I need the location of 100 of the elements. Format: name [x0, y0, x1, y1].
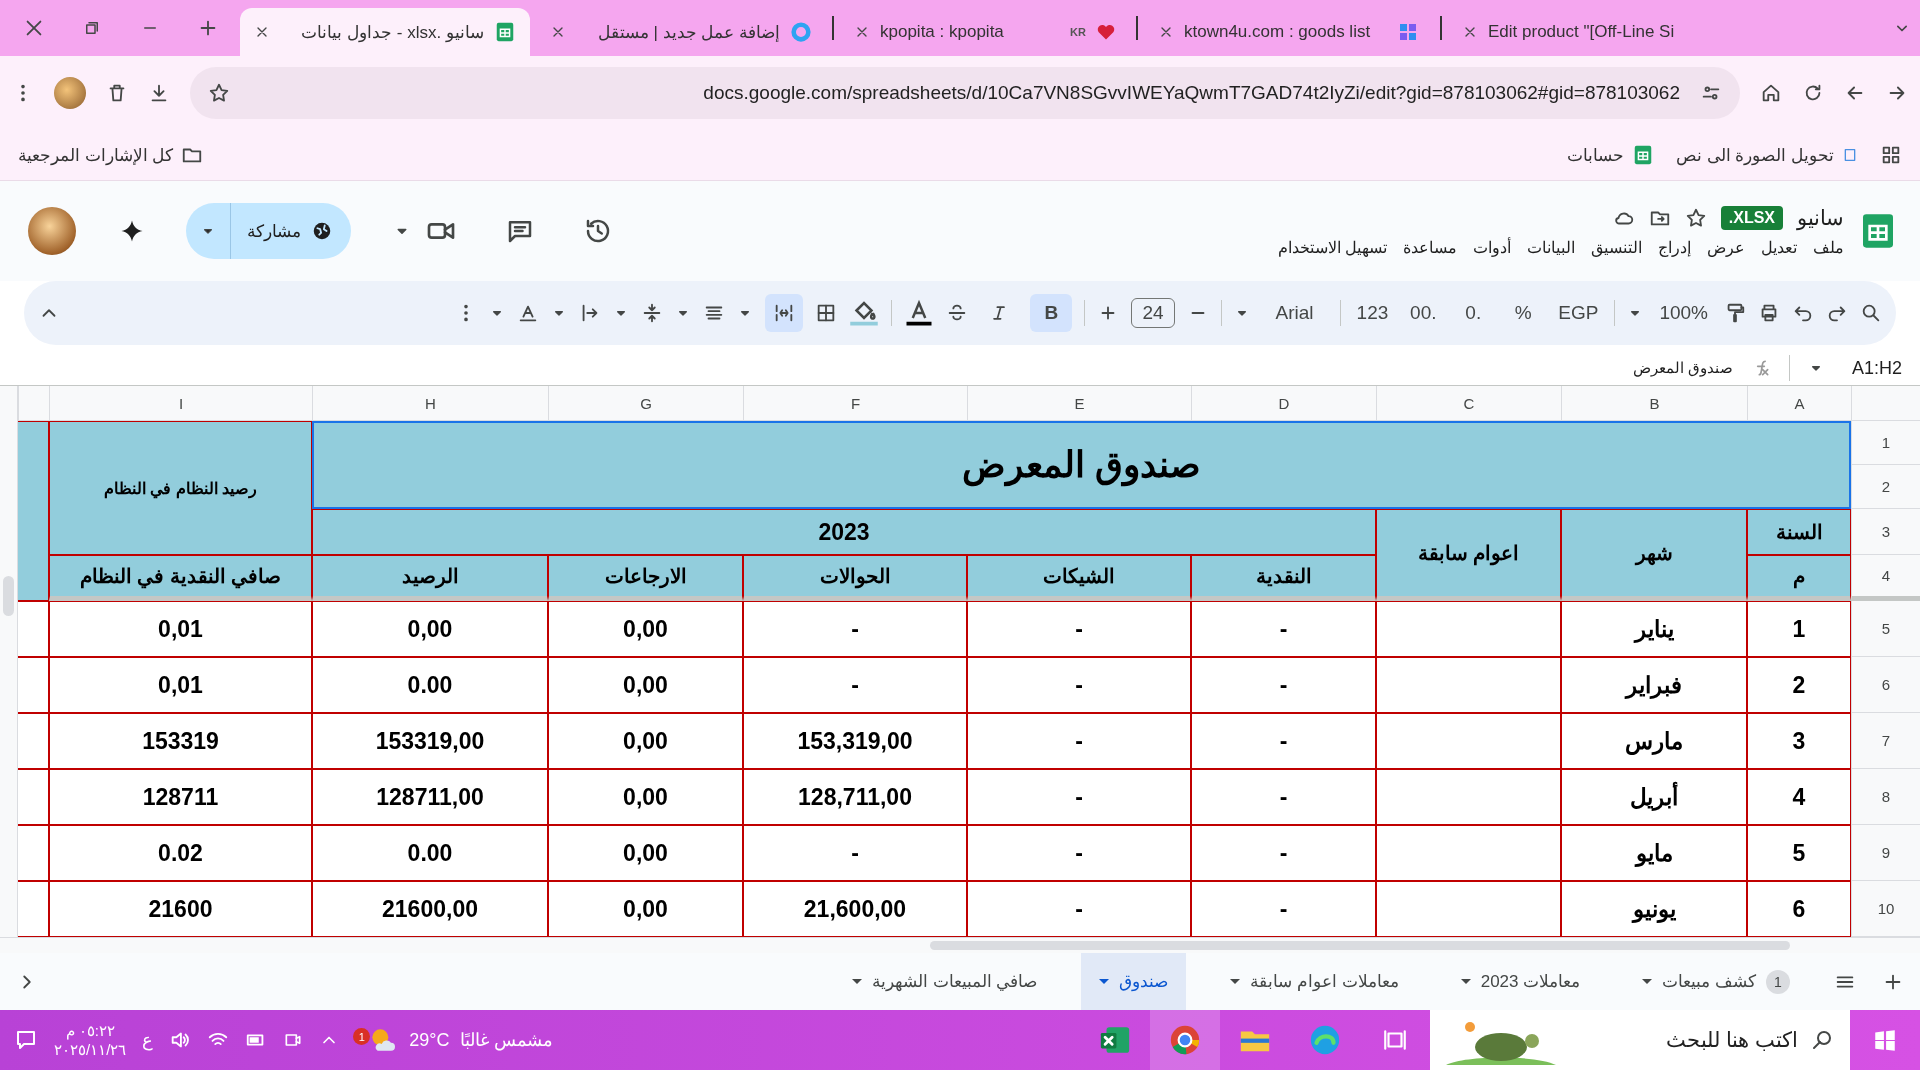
table-cell[interactable]: 0,00	[548, 769, 743, 825]
apps-grid-icon[interactable]	[1880, 144, 1902, 166]
sheet-tab[interactable]: صندوق	[1081, 953, 1187, 1010]
menu-item[interactable]: عرض	[1707, 237, 1745, 257]
account-avatar[interactable]	[28, 207, 76, 255]
table-cell[interactable]: شهر	[1561, 509, 1747, 601]
dropdown-icon[interactable]	[1460, 979, 1471, 984]
table-cell[interactable]: الرصيد	[312, 555, 548, 601]
table-cell[interactable]	[1376, 881, 1561, 937]
row-header[interactable]: 1	[1851, 421, 1920, 465]
table-cell[interactable]: الارجاعات	[548, 555, 743, 601]
column-header[interactable]: I	[49, 386, 312, 421]
column-header[interactable]: G	[548, 386, 743, 421]
name-box[interactable]: A1:H2	[1842, 357, 1902, 379]
table-cell[interactable]: 2023	[312, 509, 1376, 555]
menu-item[interactable]: مساعدة	[1403, 237, 1457, 257]
table-cell[interactable]: اعوام سابقة	[1376, 509, 1561, 601]
bookmark[interactable]: حسابات	[1566, 144, 1654, 166]
clock[interactable]: ٠٥:٢٢ م ٢٠٢٥/١١/٢٦	[54, 1020, 127, 1060]
menu-item[interactable]: تعديل	[1761, 237, 1797, 257]
table-cell[interactable]: 1	[1747, 601, 1851, 657]
browser-tab[interactable]: Edit product "[Off-Line Si	[1448, 8, 1738, 56]
globe-icon[interactable]	[311, 220, 333, 242]
address-bar[interactable]: docs.google.com/spreadsheets/d/10Ca7VN8SGvvIWEYaQwmT7GAD74t2IyZi/edit?gid=878103062#gid=878103062	[190, 67, 1740, 119]
table-cell[interactable]: 0,01	[49, 657, 312, 713]
menu-item[interactable]: أدوات	[1473, 237, 1511, 257]
table-cell[interactable]: 0,00	[548, 825, 743, 881]
dropdown-icon[interactable]	[851, 979, 862, 984]
table-cell[interactable]: مارس	[1561, 713, 1747, 769]
table-cell[interactable]: -	[743, 601, 967, 657]
table-cell[interactable]: 128711,00	[312, 769, 548, 825]
row-header[interactable]: 4	[1851, 555, 1920, 601]
input-language[interactable]: ع	[142, 1029, 154, 1051]
currency-format-button[interactable]: EGP	[1554, 294, 1603, 332]
star-icon[interactable]	[1684, 206, 1707, 229]
table-cell[interactable]: -	[967, 825, 1191, 881]
horizontal-scrollbar[interactable]	[0, 937, 1920, 953]
row-header[interactable]: 10	[1851, 881, 1920, 937]
table-cell[interactable]: 153319,00	[312, 713, 548, 769]
font-size-field[interactable]: 24	[1131, 298, 1175, 328]
table-cell[interactable]: 21,600,00	[743, 881, 967, 937]
search-icon[interactable]	[1860, 302, 1882, 324]
table-cell[interactable]: 5	[1747, 825, 1851, 881]
table-cell[interactable]: -	[743, 825, 967, 881]
increase-decimal-button[interactable]: .00	[1404, 294, 1443, 332]
table-cell[interactable]: -	[967, 713, 1191, 769]
table-cell[interactable]: أبريل	[1561, 769, 1747, 825]
table-cell[interactable]	[1376, 601, 1561, 657]
row-header[interactable]: 2	[1851, 465, 1920, 509]
table-cell[interactable]: 0.02	[49, 825, 312, 881]
table-cell[interactable]: -	[1191, 657, 1376, 713]
table-cell[interactable]: 0,00	[548, 601, 743, 657]
browser-tab[interactable]: ktown4u.com : goods list	[1144, 8, 1434, 56]
table-cell[interactable]: يونيو	[1561, 881, 1747, 937]
table-cell[interactable]: -	[1191, 881, 1376, 937]
table-cell[interactable]	[1376, 713, 1561, 769]
table-cell[interactable]: -	[1191, 825, 1376, 881]
menu-item[interactable]: تسهيل الاستخدام	[1277, 237, 1387, 257]
table-cell[interactable]: 0,00	[548, 881, 743, 937]
column-header[interactable]: D	[1191, 386, 1376, 421]
text-color-icon[interactable]	[904, 298, 935, 328]
table-cell[interactable]: يناير	[1561, 601, 1747, 657]
table-cell[interactable]: -	[743, 657, 967, 713]
table-cell[interactable]: -	[1191, 769, 1376, 825]
row-header[interactable]: 5	[1851, 601, 1920, 657]
table-cell[interactable]: -	[967, 769, 1191, 825]
bookmark[interactable]: تحويل الصورة الى نص	[1675, 144, 1858, 166]
menu-item[interactable]: إدراج	[1658, 237, 1691, 257]
table-cell[interactable]: 0,00	[548, 657, 743, 713]
document-title[interactable]: سانيو	[1797, 205, 1844, 230]
restore-icon[interactable]	[83, 19, 101, 37]
profile-avatar[interactable]	[54, 77, 86, 109]
table-cell[interactable]: م	[1747, 555, 1851, 601]
dropdown-icon[interactable]	[1099, 979, 1110, 984]
zoom-select[interactable]: 100%	[1655, 294, 1712, 332]
browser-tab[interactable]: سانيو .xlsx - جداول بيانات	[240, 8, 530, 56]
row-header[interactable]: 3	[1851, 509, 1920, 555]
menu-item[interactable]: البيانات	[1527, 237, 1575, 257]
windows-start-icon[interactable]	[1872, 1027, 1898, 1053]
table-cell[interactable]: 3	[1747, 713, 1851, 769]
row-header[interactable]: 8	[1851, 769, 1920, 825]
share-button[interactable]: مشاركة	[186, 203, 351, 259]
all-bookmarks[interactable]: كل الإشارات المرجعية	[18, 144, 204, 166]
column-header[interactable]: F	[743, 386, 967, 421]
column-header[interactable]: E	[967, 386, 1191, 421]
table-cell[interactable]: 0,00	[548, 713, 743, 769]
star-icon[interactable]	[208, 82, 230, 104]
dropdown-icon[interactable]	[1642, 979, 1653, 984]
table-cell[interactable]: 0.00	[312, 825, 548, 881]
table-cell[interactable]: -	[1191, 601, 1376, 657]
percent-format-button[interactable]: %	[1504, 294, 1543, 332]
table-cell[interactable]: -	[967, 881, 1191, 937]
table-cell[interactable]	[18, 421, 49, 601]
table-cell[interactable]: 2	[1747, 657, 1851, 713]
number-format-button[interactable]: 123	[1352, 294, 1393, 332]
row-header[interactable]: 6	[1851, 657, 1920, 713]
table-cell[interactable]: -	[967, 601, 1191, 657]
bold-button[interactable]: B	[1030, 294, 1073, 332]
table-cell[interactable]: 4	[1747, 769, 1851, 825]
table-cell[interactable]: 0.00	[312, 657, 548, 713]
